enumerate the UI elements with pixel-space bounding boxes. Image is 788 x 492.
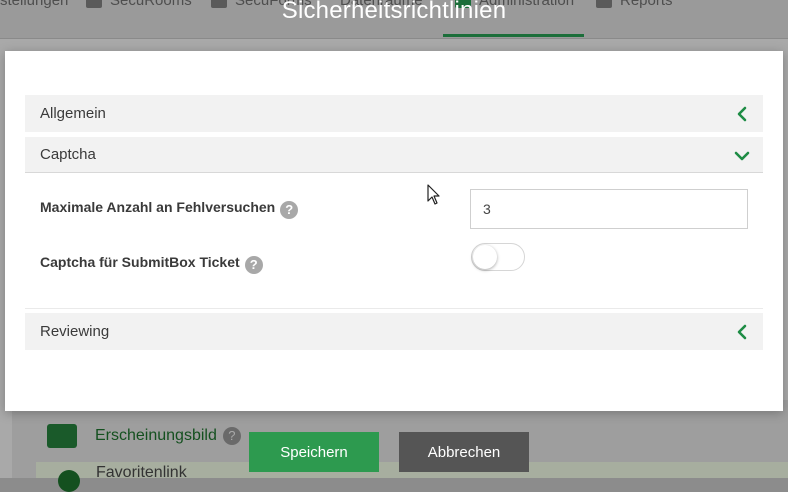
chevron-left-icon: [731, 313, 753, 350]
accordion-label: Allgemein: [40, 105, 106, 122]
cancel-button[interactable]: Abbrechen: [399, 432, 529, 472]
nav-active-indicator: [443, 34, 584, 37]
help-icon[interactable]: ?: [280, 201, 299, 219]
dialog-title: Sicherheitsrichtlinien: [281, 0, 507, 24]
setting-label: Erscheinungsbild: [95, 427, 217, 445]
setting-label: Favoritenlink: [96, 464, 187, 481]
setting-row-appearance: Erscheinungsbild?: [47, 424, 241, 448]
circle-icon: [58, 470, 80, 492]
toggle-knob: [473, 245, 497, 269]
field-label-text: Maximale Anzahl an Fehlversuchen: [40, 199, 276, 215]
chevron-left-icon: [731, 95, 753, 132]
security-policies-dialog: Allgemein Captcha Maximale Anzahl an Feh…: [5, 51, 783, 411]
captcha-panel: Maximale Anzahl an Fehlversuchen? Captch…: [25, 173, 763, 309]
submitbox-captcha-label: Captcha für SubmitBox Ticket?: [40, 254, 263, 274]
accordion-label: Captcha: [40, 146, 96, 163]
save-button[interactable]: Speichern: [249, 432, 379, 472]
accordion-label: Reviewing: [40, 323, 110, 340]
max-attempts-label: Maximale Anzahl an Fehlversuchen?: [40, 199, 299, 219]
image-icon: [47, 424, 77, 448]
mouse-cursor-icon: [427, 184, 440, 205]
help-icon[interactable]: ?: [244, 256, 263, 274]
submitbox-captcha-toggle[interactable]: [471, 243, 525, 271]
accordion-general[interactable]: Allgemein: [25, 95, 763, 132]
accordion-reviewing[interactable]: Reviewing: [25, 313, 763, 350]
max-attempts-input[interactable]: [470, 189, 748, 229]
help-icon: ?: [222, 427, 241, 445]
chevron-down-icon: [731, 137, 753, 174]
field-label-text: Captcha für SubmitBox Ticket: [40, 254, 240, 270]
accordion-captcha[interactable]: Captcha: [25, 137, 763, 173]
